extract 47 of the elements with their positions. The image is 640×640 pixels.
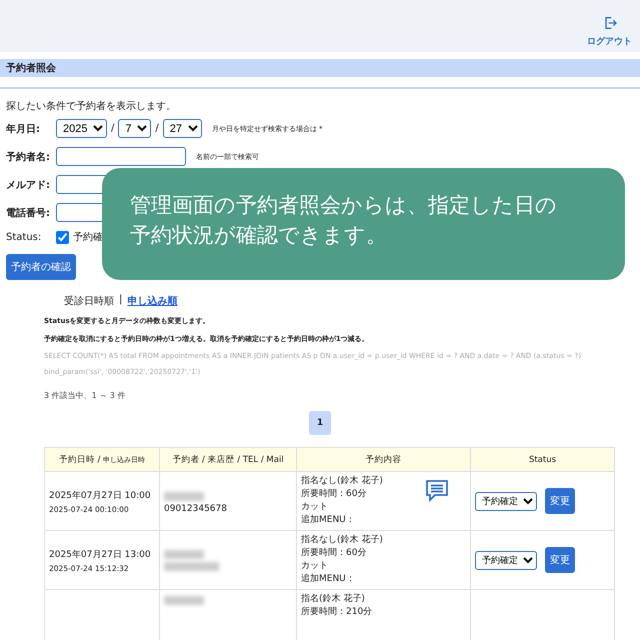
content-line: 指名なし(鈴木 花子) [301,534,383,547]
content-line: 所要時間：210分 [301,606,372,619]
reservation-datetime: 2025年07月27日 10:00 [49,490,152,502]
content-line: 指名(鈴木 花子) [301,593,366,606]
content-line: 所要時間：60分 [301,488,368,501]
month-select[interactable]: 7 [118,119,152,138]
status-checkbox[interactable] [56,230,69,244]
checkbox-label: 予約確 [73,231,103,244]
column-header: Status [470,448,614,472]
separator: / [111,123,114,134]
intro-text: 探したい条件で予約者を表示します。 [6,100,177,113]
field-label: 予約者名: [6,150,51,164]
page-button[interactable]: 1 [308,411,332,435]
confirm-button[interactable]: 予約者の確認 [6,254,76,280]
blurred-text [164,596,204,605]
status-select[interactable]: 予約確定 [475,492,537,510]
content-line: カット [301,501,329,514]
content-line: カット [301,560,329,573]
column-header: 予約者 / 来店歴 / TEL / Mail [160,448,296,472]
result-count: 3 件該当中、1 ～ 3 件 [43,390,126,401]
year-select[interactable]: 2025 [56,119,107,138]
logout-link[interactable]: ログアウト [587,4,632,48]
content-line: 指名なし(鈴木 花子) [301,475,383,488]
day-select[interactable]: 27 [162,119,202,138]
sort-link[interactable]: 受診日時順 [64,294,114,308]
blurred-text [164,562,219,570]
phone-number: 09012345678 [164,504,228,514]
reservation-datetime: 2025年07月27日 13:00 [49,548,152,560]
change-button[interactable]: 変更 [545,547,575,573]
blurred-text [164,492,204,500]
content-line: 追加MENU： [301,514,356,527]
content-line: 追加MENU： [301,573,356,586]
field-label: 年月日: [6,122,41,136]
page-title-bar: 予約者照会 [0,59,640,77]
field-label: メルアド: [6,178,51,192]
sort-link[interactable]: 申し込み順 [127,294,178,308]
status-select[interactable]: 予約確定 [475,550,537,570]
column-header: 予約内容 [296,448,470,472]
blurred-text [164,550,204,558]
content-line: 所要時間：60分 [301,547,368,560]
change-button[interactable]: 変更 [545,488,575,514]
callout-tooltip: 管理画面の予約者照会からは、指定した日の予約状況が確認できます。 [102,168,625,280]
divider-text: | [119,294,122,307]
field-label: 電話番号: [6,206,51,220]
field-label: Status: [6,232,42,242]
name-input[interactable] [56,147,186,166]
separator: / [155,123,159,134]
